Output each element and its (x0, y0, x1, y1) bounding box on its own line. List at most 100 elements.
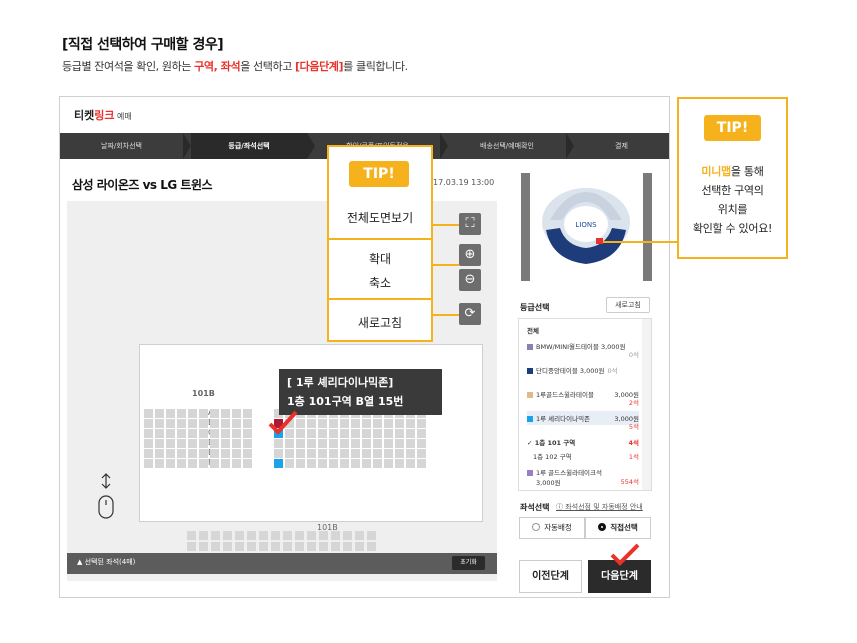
seat[interactable] (340, 459, 349, 468)
seat[interactable] (343, 531, 352, 540)
seat[interactable] (210, 419, 219, 428)
seat[interactable] (166, 459, 175, 468)
seat[interactable] (406, 459, 415, 468)
seat[interactable] (221, 409, 230, 418)
seat[interactable] (232, 409, 241, 418)
zoom-out-icon[interactable]: ⊖ (459, 269, 481, 291)
grade-list[interactable]: 전체 BMW/MINI월드테이블 3,000원 0석 단디중앙테이블 3,000원… (518, 318, 652, 491)
seat[interactable] (188, 449, 197, 458)
seat[interactable] (417, 439, 426, 448)
seat[interactable] (271, 531, 280, 540)
seat[interactable] (351, 419, 360, 428)
grade-item[interactable]: 단디중앙테이블 3,000원 0석 (527, 365, 639, 375)
seat[interactable] (395, 429, 404, 438)
seat[interactable] (307, 449, 316, 458)
seat[interactable] (274, 459, 283, 468)
seat[interactable] (243, 459, 252, 468)
seat[interactable] (283, 542, 292, 551)
seat[interactable] (155, 449, 164, 458)
seat[interactable] (155, 429, 164, 438)
seat[interactable] (285, 439, 294, 448)
seat[interactable] (395, 439, 404, 448)
seat[interactable] (384, 449, 393, 458)
seat[interactable] (221, 439, 230, 448)
seat[interactable] (307, 439, 316, 448)
seat[interactable] (232, 449, 241, 458)
seat[interactable] (232, 429, 241, 438)
seat[interactable] (247, 542, 256, 551)
seat[interactable] (188, 409, 197, 418)
seat[interactable] (166, 449, 175, 458)
seat[interactable] (406, 419, 415, 428)
seat[interactable] (221, 419, 230, 428)
seat[interactable] (318, 429, 327, 438)
seat[interactable] (406, 439, 415, 448)
seat[interactable] (210, 409, 219, 418)
seat[interactable] (155, 459, 164, 468)
reset-button[interactable]: 초기화 (452, 556, 485, 570)
seat[interactable] (166, 409, 175, 418)
seat[interactable] (259, 531, 268, 540)
prev-step-button[interactable]: 이전단계 (519, 560, 582, 593)
seat[interactable] (247, 531, 256, 540)
seat[interactable] (318, 439, 327, 448)
seat[interactable] (199, 449, 208, 458)
step-date[interactable]: 날짜/회차선택 (60, 133, 183, 159)
seat[interactable] (187, 542, 196, 551)
seat[interactable] (307, 429, 316, 438)
seat[interactable] (295, 542, 304, 551)
seat[interactable] (318, 419, 327, 428)
seat[interactable] (417, 429, 426, 438)
seat[interactable] (271, 542, 280, 551)
seat[interactable] (373, 449, 382, 458)
seat[interactable] (307, 419, 316, 428)
seat[interactable] (199, 419, 208, 428)
seat[interactable] (329, 439, 338, 448)
seat[interactable] (243, 409, 252, 418)
seat[interactable] (188, 459, 197, 468)
seat[interactable] (351, 429, 360, 438)
seat[interactable] (274, 449, 283, 458)
seat[interactable] (144, 459, 153, 468)
seat[interactable] (307, 531, 316, 540)
seat[interactable] (318, 459, 327, 468)
refresh-icon[interactable]: ⟳ (459, 303, 481, 325)
seat[interactable] (155, 439, 164, 448)
seat[interactable] (177, 419, 186, 428)
seat[interactable] (362, 449, 371, 458)
seat[interactable] (395, 419, 404, 428)
grade-all[interactable]: 전체 (527, 325, 639, 335)
seat[interactable] (177, 409, 186, 418)
seat[interactable] (384, 439, 393, 448)
seat[interactable] (199, 409, 208, 418)
seat[interactable] (373, 419, 382, 428)
seat[interactable] (295, 531, 304, 540)
seat[interactable] (319, 531, 328, 540)
seat[interactable] (177, 459, 186, 468)
seat[interactable] (144, 409, 153, 418)
seat[interactable] (210, 459, 219, 468)
seat[interactable] (243, 419, 252, 428)
seat[interactable] (199, 531, 208, 540)
seat[interactable] (340, 429, 349, 438)
seat[interactable] (235, 542, 244, 551)
seat[interactable] (351, 439, 360, 448)
seat[interactable] (367, 542, 376, 551)
seat[interactable] (318, 449, 327, 458)
seat[interactable] (355, 542, 364, 551)
seat[interactable] (155, 409, 164, 418)
seat[interactable] (373, 429, 382, 438)
seat[interactable] (144, 449, 153, 458)
seat[interactable] (417, 449, 426, 458)
seat[interactable] (351, 459, 360, 468)
seat[interactable] (177, 439, 186, 448)
step-grade-seat[interactable]: 등급/좌석선택 (191, 133, 307, 159)
seat[interactable] (259, 542, 268, 551)
seat[interactable] (296, 449, 305, 458)
grade-item-selected[interactable]: 1루 셰리다이나믹존 3,000원 5석 (527, 411, 639, 431)
seat[interactable] (223, 542, 232, 551)
seat[interactable] (296, 439, 305, 448)
seat[interactable] (384, 459, 393, 468)
seat[interactable] (144, 429, 153, 438)
zoom-in-icon[interactable]: ⊕ (459, 244, 481, 266)
